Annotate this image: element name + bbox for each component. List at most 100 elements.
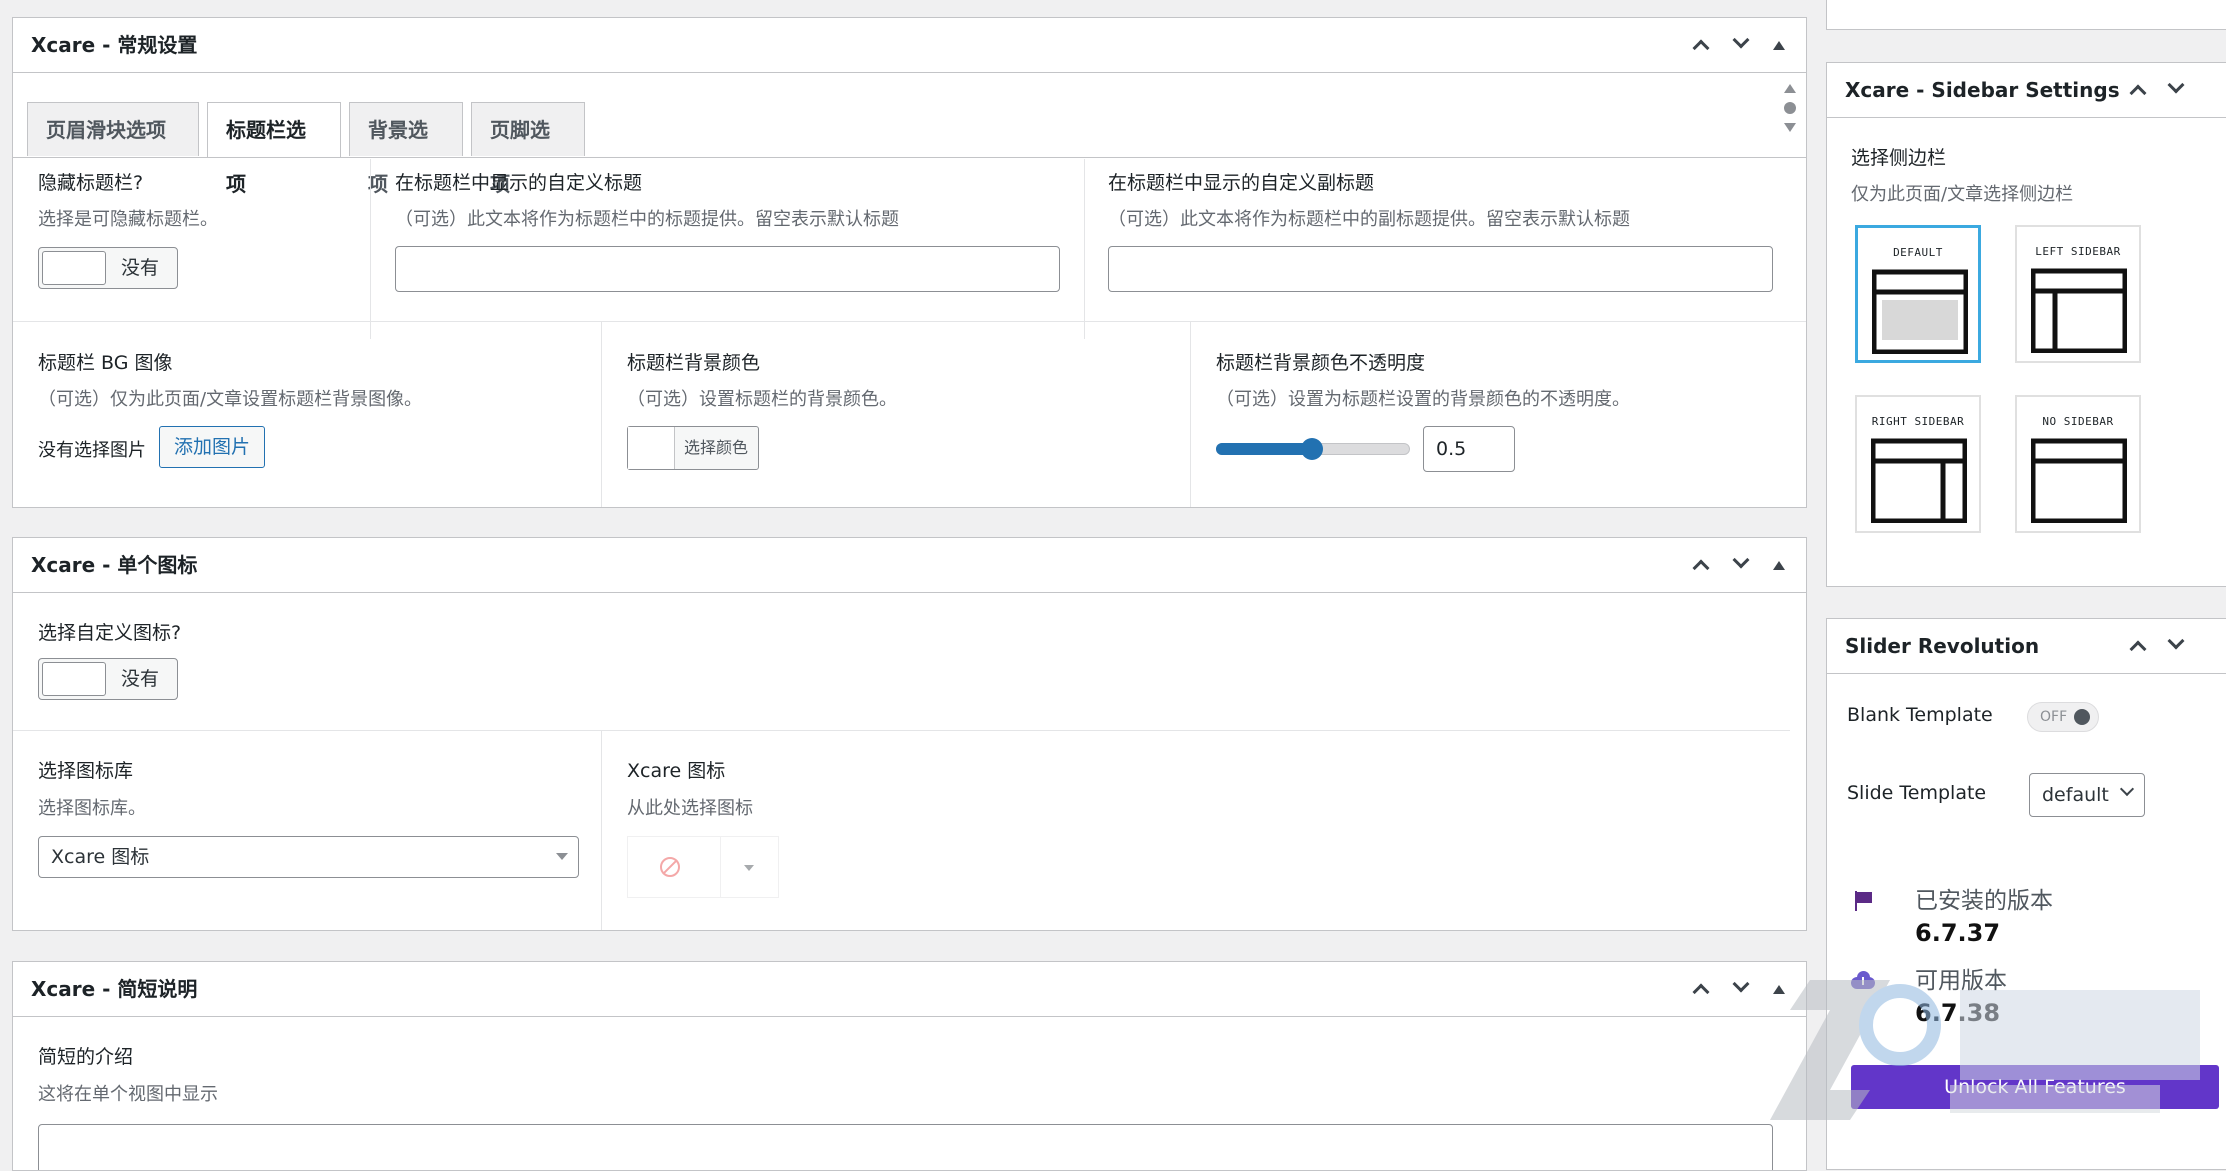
tab-titlebar[interactable]: 标题栏选项: [207, 102, 341, 196]
layout-right-sidebar-label: RIGHT SIDEBAR: [1871, 415, 1965, 428]
scroll-thumb[interactable]: [1784, 102, 1796, 114]
scroll-down-arrow-icon: [1784, 123, 1796, 132]
tab-background[interactable]: 背景选项: [349, 102, 463, 196]
row-divider: [13, 321, 1806, 322]
slide-template-value: default: [2042, 784, 2109, 806]
move-down-button[interactable]: [2159, 629, 2193, 663]
move-up-button[interactable]: [2121, 73, 2155, 107]
move-up-button[interactable]: [2121, 629, 2155, 663]
chevron-up-icon: [2129, 84, 2147, 102]
move-down-button[interactable]: [1724, 28, 1758, 62]
move-up-button[interactable]: [1684, 548, 1718, 582]
available-version-value: 6.7.38: [1915, 999, 2001, 1027]
add-image-button[interactable]: 添加图片: [159, 426, 266, 468]
collapse-triangle-icon: [1773, 561, 1785, 570]
short-intro-desc: 这将在单个视图中显示: [38, 1084, 218, 1105]
tab-divider: [13, 157, 1806, 158]
collapse-button[interactable]: [1762, 548, 1796, 582]
dropdown-caret-icon: [556, 853, 568, 860]
toggle-dot: [2074, 709, 2090, 725]
move-up-button[interactable]: [1684, 28, 1718, 62]
icon-library-desc: 选择图标库。: [38, 798, 146, 819]
select-color-button[interactable]: 选择颜色: [627, 426, 759, 470]
chevron-down-icon: [2119, 781, 2135, 797]
tab-footer[interactable]: 页脚选项: [471, 102, 585, 196]
sidebar-select-desc: 仅为此页面/文章选择侧边栏: [1851, 184, 2074, 205]
available-version-label: 可用版本: [1915, 968, 2007, 994]
hide-titlebar-toggle[interactable]: 没有: [38, 247, 178, 289]
icon-picker-toggle[interactable]: [720, 837, 779, 897]
opacity-slider-fill: [1216, 443, 1312, 455]
layout-left-sidebar-label: LEFT SIDEBAR: [2035, 245, 2121, 258]
bg-image-status: 没有选择图片: [38, 440, 146, 461]
bg-color-label: 标题栏背景颜色: [627, 352, 761, 374]
no-icon-symbol-icon: [660, 857, 680, 877]
chevron-down-icon: [2167, 632, 2185, 650]
layout-no-sidebar-label: NO SIDEBAR: [2042, 415, 2114, 428]
custom-icon-toggle[interactable]: 没有: [38, 658, 178, 700]
chevron-down-icon: [744, 865, 754, 871]
toggle-label: 没有: [121, 668, 160, 690]
short-intro-textarea[interactable]: [38, 1124, 1773, 1170]
chevron-down-icon: [1732, 31, 1750, 49]
custom-subtitle-desc: （可选）此文本将作为标题栏中的副标题提供。留空表示默认标题: [1108, 209, 1630, 230]
bg-image-desc: （可选）仅为此页面/文章设置标题栏背景图像。: [38, 389, 423, 410]
blank-template-state: OFF: [2040, 709, 2068, 725]
blank-template-toggle[interactable]: OFF: [2027, 702, 2099, 732]
installed-version-label: 已安装的版本: [1915, 888, 2053, 914]
icon-library-select[interactable]: Xcare 图标: [38, 836, 579, 878]
single-icon-box: Xcare - 单个图标 选择自定义图标? 没有 选择图标库 选择图标库。 Xc…: [12, 537, 1807, 931]
layout-left-sidebar[interactable]: LEFT SIDEBAR: [2015, 225, 2141, 363]
chevron-up-icon: [1692, 39, 1710, 57]
opacity-slider-thumb[interactable]: [1301, 438, 1323, 460]
collapse-triangle-icon: [1773, 985, 1785, 994]
collapse-triangle-icon: [1773, 41, 1785, 50]
layout-default[interactable]: DEFAULT: [1855, 225, 1981, 363]
layout-right-sidebar-icon: [1871, 438, 1967, 523]
short-desc-title: Xcare - 简短说明: [31, 977, 198, 1001]
top-right-box-edge: [1826, 0, 2226, 30]
short-desc-box: Xcare - 简短说明 简短的介绍 这将在单个视图中显示: [12, 961, 1807, 1171]
custom-title-input[interactable]: [395, 246, 1060, 292]
layout-no-sidebar-icon: [2031, 438, 2127, 523]
toggle-label: 没有: [121, 257, 160, 279]
xcare-icon-label: Xcare 图标: [627, 760, 726, 782]
unlock-all-features-button[interactable]: Unlock All Features: [1851, 1065, 2219, 1109]
bg-image-label: 标题栏 BG 图像: [38, 352, 173, 374]
chevron-down-icon: [1732, 975, 1750, 993]
color-swatch: [628, 427, 675, 469]
col-divider: [1084, 159, 1085, 339]
flag-icon: [1855, 891, 1873, 911]
layout-no-sidebar[interactable]: NO SIDEBAR: [2015, 395, 2141, 533]
bg-opacity-desc: （可选）设置为标题栏设置的背景颜色的不透明度。: [1216, 389, 1630, 410]
sidebar-settings-header: Xcare - Sidebar Settings: [1827, 63, 2226, 118]
layout-right-sidebar[interactable]: RIGHT SIDEBAR: [1855, 395, 1981, 533]
short-intro-label: 简短的介绍: [38, 1046, 134, 1068]
move-down-button[interactable]: [1724, 972, 1758, 1006]
xcare-icon-desc: 从此处选择图标: [627, 798, 753, 819]
move-up-button[interactable]: [1684, 972, 1718, 1006]
single-icon-title: Xcare - 单个图标: [31, 553, 198, 577]
inner-scrollbar[interactable]: [1780, 80, 1800, 160]
icon-picker[interactable]: [627, 836, 779, 898]
move-down-button[interactable]: [1724, 548, 1758, 582]
col-divider: [1190, 322, 1191, 507]
slide-template-select[interactable]: default: [2029, 773, 2145, 817]
bg-color-desc: （可选）设置标题栏的背景颜色。: [627, 389, 897, 410]
custom-title-desc: （可选）此文本将作为标题栏中的标题提供。留空表示默认标题: [395, 209, 899, 230]
short-desc-header: Xcare - 简短说明: [13, 962, 1806, 1017]
chevron-up-icon: [1692, 559, 1710, 577]
slider-revolution-header: Slider Revolution: [1827, 619, 2226, 674]
hide-titlebar-desc: 选择是可隐藏标题栏。: [38, 209, 218, 230]
cloud-download-icon: [1851, 971, 1875, 989]
slider-revolution-title: Slider Revolution: [1845, 634, 2040, 658]
col-divider: [370, 159, 371, 339]
collapse-button[interactable]: [1762, 972, 1796, 1006]
move-down-button[interactable]: [2159, 73, 2193, 107]
layout-default-icon: [1872, 269, 1968, 354]
custom-subtitle-input[interactable]: [1108, 246, 1773, 292]
tab-header-slider[interactable]: 页眉滑块选项: [27, 102, 199, 156]
opacity-value-input[interactable]: 0.5: [1423, 426, 1515, 472]
collapse-button[interactable]: [1762, 28, 1796, 62]
bg-opacity-label: 标题栏背景颜色不透明度: [1216, 352, 1426, 374]
